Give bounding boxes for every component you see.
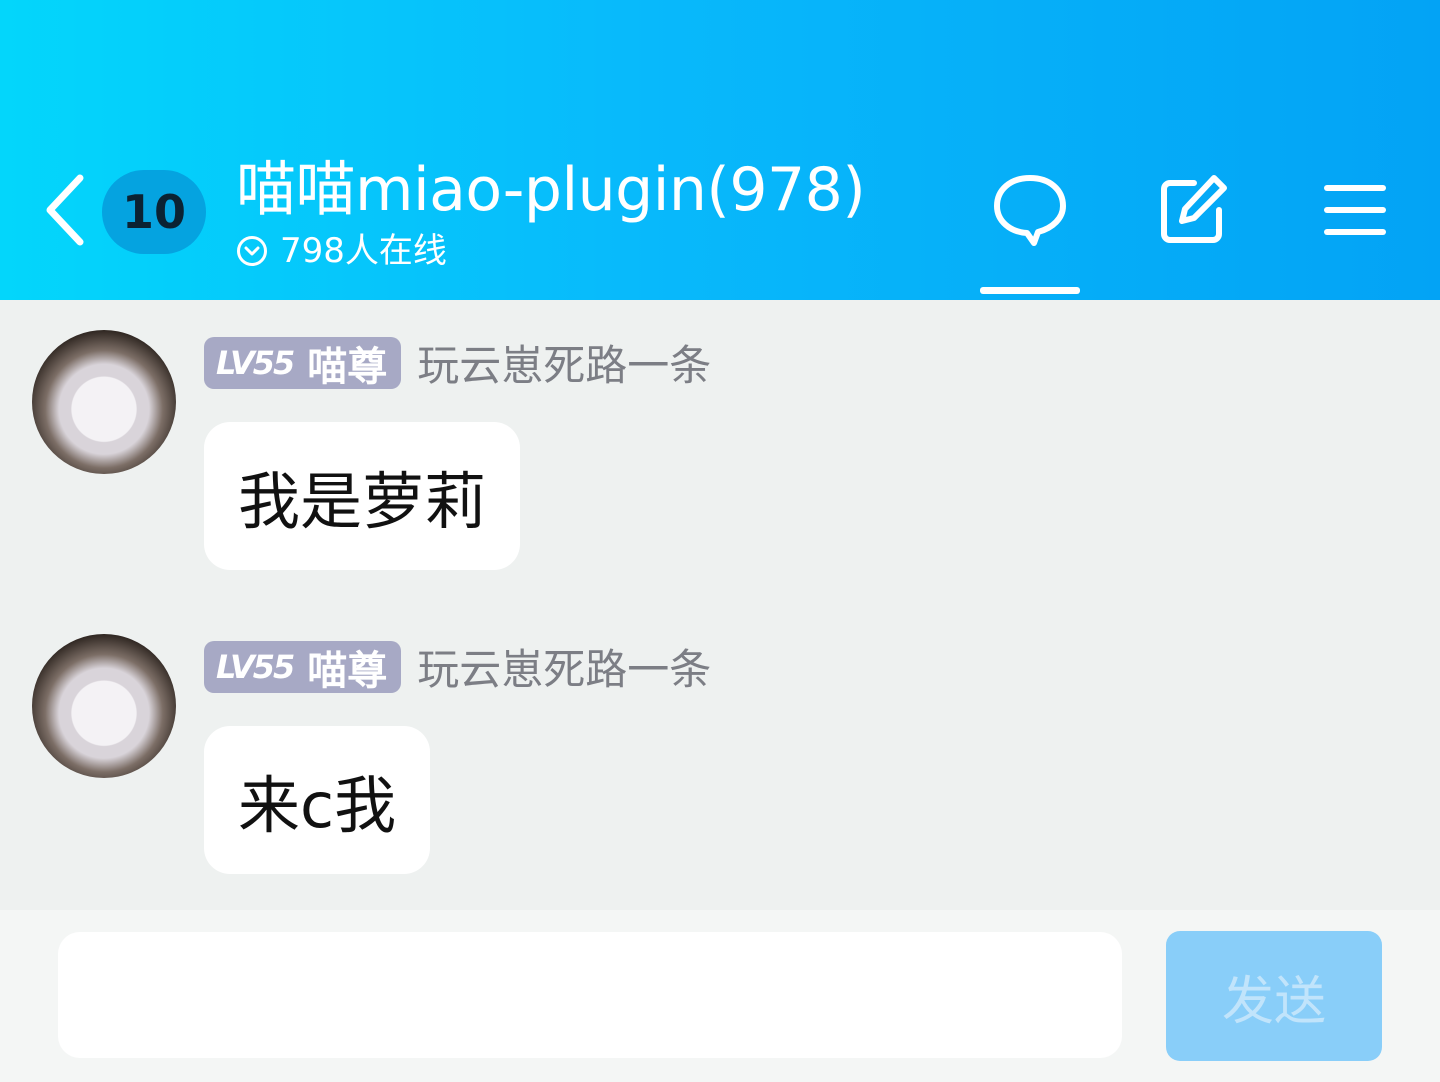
chevron-down-circle-icon (236, 235, 268, 267)
level-label: LV55 (216, 343, 295, 382)
sender-info: LV55 喵尊 玩云崽死路一条 (204, 636, 711, 697)
title-area[interactable]: 喵喵miao-plugin(978) 798人在线 (236, 152, 866, 274)
message-input[interactable] (58, 932, 1122, 1058)
edit-icon[interactable] (1150, 168, 1234, 252)
online-count: 798人在线 (280, 231, 447, 271)
back-button[interactable]: 10 (40, 160, 215, 260)
message-bubble[interactable]: 我是萝莉 (204, 422, 521, 570)
level-label: LV55 (216, 647, 295, 686)
message-list[interactable]: LV55 喵尊 玩云崽死路一条 我是萝莉 LV55 喵尊 玩云崽死路一条 来c我 (0, 300, 1440, 910)
active-tab-indicator (980, 287, 1080, 294)
avatar[interactable] (32, 634, 176, 778)
send-button[interactable]: 发送 (1166, 931, 1382, 1061)
rank-label: 喵尊 (307, 343, 388, 390)
group-title: 喵喵miao-plugin(978) (236, 155, 866, 225)
chevron-left-icon (40, 160, 100, 260)
unread-count-badge: 10 (102, 170, 206, 254)
chat-header: 10 喵喵miao-plugin(978) 798人在线 (0, 0, 1440, 300)
chat-bubble-icon[interactable] (988, 168, 1072, 252)
input-bar: 发送 (0, 910, 1440, 1082)
sender-nickname[interactable]: 玩云崽死路一条 (417, 636, 711, 697)
message-bubble[interactable]: 来c我 (204, 726, 431, 874)
sender-info: LV55 喵尊 玩云崽死路一条 (204, 332, 711, 393)
online-status[interactable]: 798人在线 (236, 228, 865, 274)
level-badge: LV55 喵尊 (204, 336, 402, 390)
sender-nickname[interactable]: 玩云崽死路一条 (417, 332, 711, 393)
rank-label: 喵尊 (307, 647, 388, 694)
avatar[interactable] (32, 330, 176, 474)
menu-icon[interactable] (1313, 168, 1397, 252)
level-badge: LV55 喵尊 (204, 640, 402, 694)
